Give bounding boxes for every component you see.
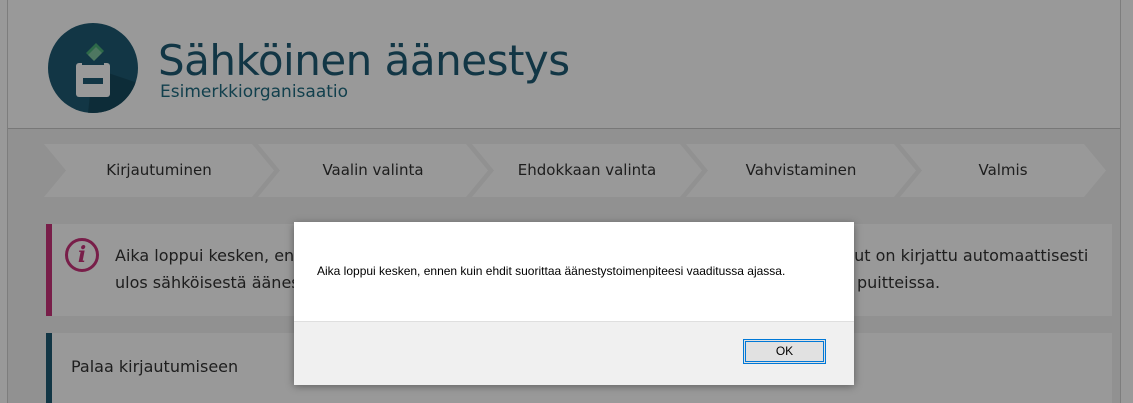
voting-page: Sähköinen äänestys Esimerkkiorganisaatio… [0,0,1133,403]
dialog-footer: OK [294,321,854,385]
dialog-message: Aika loppui kesken, ennen kuin ehdit suo… [317,264,786,278]
ok-button[interactable]: OK [743,339,826,364]
timeout-dialog: Aika loppui kesken, ennen kuin ehdit suo… [294,222,854,385]
